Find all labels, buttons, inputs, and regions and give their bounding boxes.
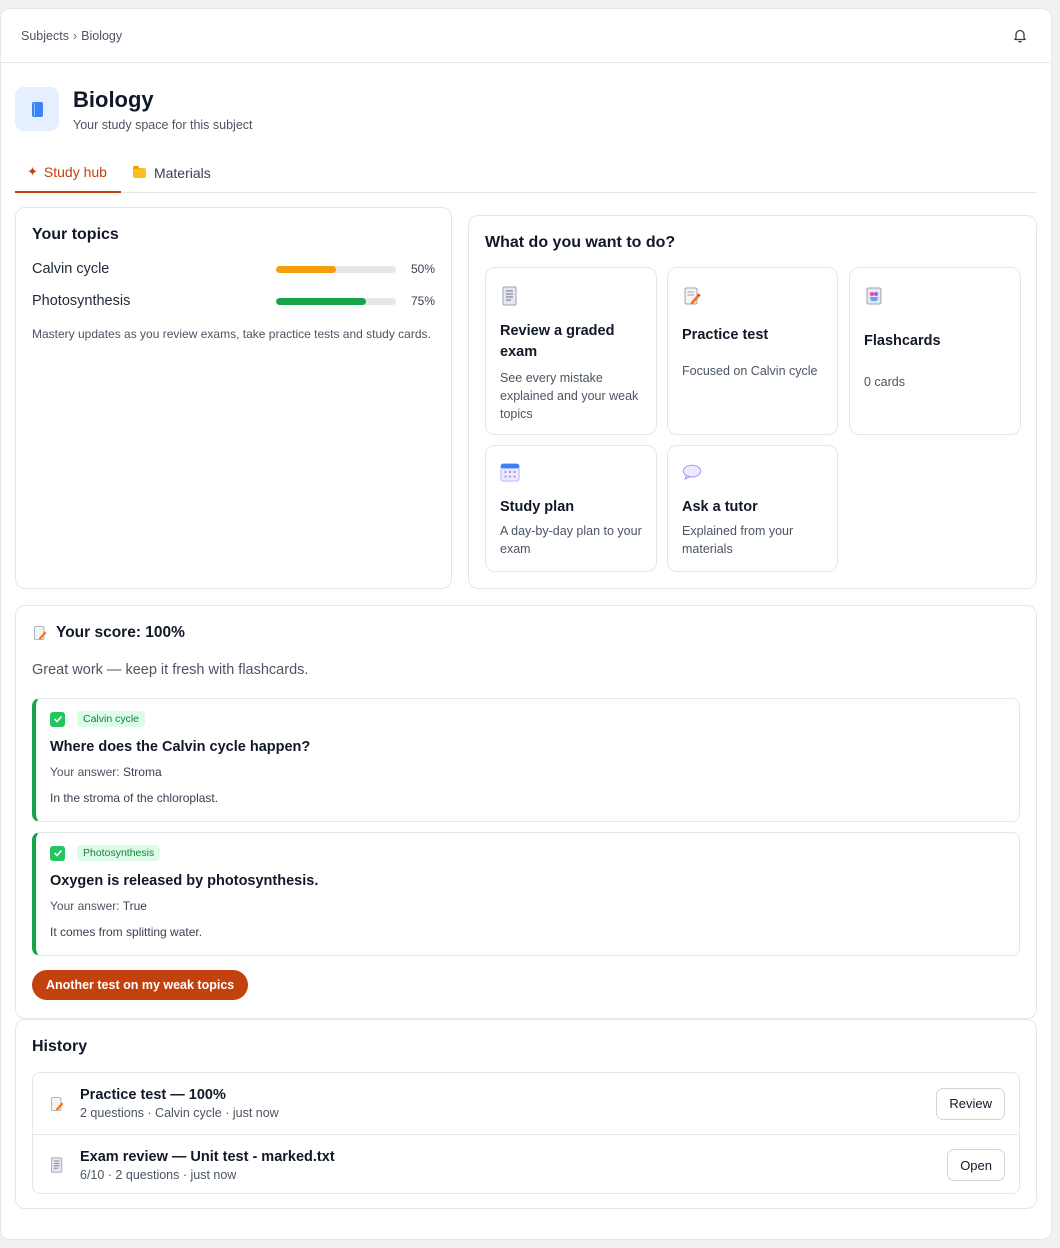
page-title: Biology — [73, 87, 154, 112]
actions-card: What do you want to do? Review a graded … — [468, 215, 1037, 589]
history-item-title: Practice test — 100% — [80, 1087, 226, 1103]
breadcrumb-separator: › — [72, 28, 78, 43]
topic-name: Photosynthesis — [32, 293, 131, 309]
practice-test-card[interactable]: Practice test Focused on Calvin cycle — [667, 267, 838, 435]
score-subtitle: Great work — keep it fresh with flashcar… — [32, 662, 309, 678]
check-icon — [50, 711, 65, 727]
question-text: Where does the Calvin cycle happen? — [50, 739, 311, 755]
flashcards-icon — [866, 287, 882, 305]
mastery-percent: 50% — [410, 262, 435, 276]
question-result: Calvin cycle Where does the Calvin cycle… — [32, 698, 1020, 822]
ask-tutor-card[interactable]: Ask a tutor Explained from your material… — [667, 445, 838, 572]
top-bar: Subjects › Biology — [1, 9, 1051, 63]
score-card: Your score: 100% Great work — keep it fr… — [15, 605, 1037, 1019]
history-item-meta: 6/10 · 2 questions · just now — [80, 1167, 237, 1182]
history-list: Practice test — 100% 2 questions · Calvi… — [32, 1072, 1020, 1194]
mastery-bar — [276, 297, 396, 305]
action-title: Flashcards — [864, 333, 941, 349]
calendar-icon — [500, 463, 520, 482]
topic-row: Calvin cycle 50% — [32, 253, 435, 285]
answer-value: True — [122, 899, 147, 913]
page-subtitle: Your study space for this subject — [73, 118, 253, 132]
weak-topics-test-button[interactable]: Another test on my weak topics — [32, 970, 249, 1000]
topic-tag: Calvin cycle — [77, 711, 146, 727]
topics-card: Your topics Calvin cycle 50% Photosynthe… — [15, 207, 452, 589]
practice-test-icon — [51, 1096, 64, 1111]
history-row: Exam review — Unit test - marked.txt 6/1… — [33, 1134, 1019, 1195]
practice-test-icon — [684, 287, 701, 305]
question-text: Oxygen is released by photosynthesis. — [50, 873, 319, 889]
topic-tag: Photosynthesis — [77, 845, 161, 861]
history-item-title: Exam review — Unit test - marked.txt — [80, 1148, 335, 1165]
score-title-text: Your score: 100% — [56, 624, 185, 641]
action-title: Review a graded exam — [500, 323, 615, 360]
app-window: Subjects › Biology Biology Your study sp… — [0, 8, 1052, 1240]
open-button[interactable]: Open — [947, 1149, 1005, 1181]
action-desc: Focused on Calvin cycle — [682, 364, 818, 378]
breadcrumb-current: Biology — [81, 28, 123, 43]
actions-title: What do you want to do? — [485, 234, 676, 251]
sparkle-icon: ✦ — [27, 164, 38, 179]
action-desc: 0 cards — [864, 375, 905, 389]
answer-value: Stroma — [122, 765, 162, 779]
explanation: In the stroma of the chloroplast. — [50, 791, 219, 805]
your-answer: Your answer: Stroma — [50, 765, 1005, 779]
flashcards-card[interactable]: Flashcards 0 cards — [849, 267, 1021, 435]
score-title: Your score: 100% — [32, 624, 1020, 642]
action-title: Ask a tutor — [682, 499, 758, 515]
tab-label: Materials — [153, 165, 211, 181]
history-item-meta: 2 questions · Calvin cycle · just now — [80, 1106, 279, 1120]
exam-document-icon — [502, 286, 517, 306]
check-icon — [50, 845, 65, 861]
tab-study-hub[interactable]: ✦ Study hub — [15, 153, 121, 193]
study-plan-card[interactable]: Study plan A day-by-day plan to your exa… — [485, 445, 657, 572]
review-exam-card[interactable]: Review a graded exam See every mistake e… — [485, 267, 657, 435]
tab-label: Study hub — [43, 164, 107, 180]
speech-bubble-icon — [682, 464, 702, 480]
answer-label: Your answer: — [50, 899, 120, 913]
review-button[interactable]: Review — [936, 1087, 1005, 1120]
action-desc: Explained from your materials — [682, 524, 794, 556]
topic-name: Calvin cycle — [32, 261, 110, 277]
breadcrumb-subjects[interactable]: Subjects — [21, 29, 69, 43]
your-answer: Your answer: True — [50, 899, 1005, 913]
practice-test-icon — [34, 626, 47, 640]
folder-icon — [132, 166, 146, 178]
history-row: Practice test — 100% 2 questions · Calvi… — [33, 1073, 1019, 1134]
book-icon — [15, 87, 59, 131]
exam-document-icon — [51, 1157, 63, 1173]
tab-bar: ✦ Study hub Materials — [15, 153, 1037, 193]
mastery-fill — [276, 265, 336, 273]
mastery-bar — [276, 265, 396, 273]
tab-materials[interactable]: Materials — [121, 153, 225, 193]
explanation: It comes from splitting water. — [50, 925, 203, 939]
history-card: History Practice test — 100% 2 questions… — [15, 1019, 1037, 1209]
scrollbar[interactable] — [1052, 0, 1060, 1248]
topics-title: Your topics — [32, 226, 119, 243]
topic-row: Photosynthesis 75% — [32, 285, 435, 317]
question-result: Photosynthesis Oxygen is released by pho… — [32, 832, 1020, 956]
mastery-percent: 75% — [410, 294, 435, 308]
action-desc: See every mistake explained and your wea… — [500, 371, 639, 421]
mastery-note: Mastery updates as you review exams, tak… — [32, 327, 431, 341]
mastery-fill — [276, 297, 366, 305]
breadcrumb: Subjects › Biology — [21, 29, 122, 43]
action-title: Practice test — [682, 327, 769, 343]
action-desc: A day-by-day plan to your exam — [500, 524, 642, 556]
action-title: Study plan — [500, 499, 575, 515]
answer-label: Your answer: — [50, 765, 120, 779]
history-title: History — [32, 1038, 88, 1055]
bell-icon[interactable] — [1009, 25, 1031, 47]
